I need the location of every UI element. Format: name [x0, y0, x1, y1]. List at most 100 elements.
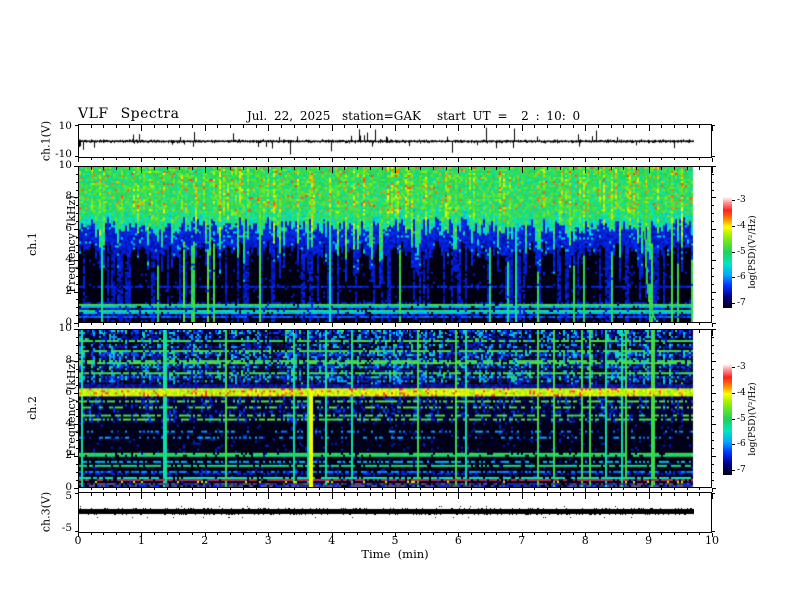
x-tick-mark — [673, 167, 675, 170]
x-tick-mark — [78, 158, 79, 162]
y-tick-mark — [712, 197, 716, 199]
x-tick-mark — [230, 488, 232, 490]
x-tick-mark — [483, 493, 485, 496]
colorbar — [723, 364, 732, 475]
x-tick-mark — [585, 493, 587, 499]
x-tick-mark — [268, 158, 270, 162]
station-label: station=GAK — [342, 109, 422, 123]
x-tick-mark — [661, 493, 663, 496]
y-tick-label: -10 — [55, 148, 72, 160]
x-tick-mark — [483, 488, 485, 490]
x-tick-mark — [242, 158, 244, 160]
x-tick-mark — [509, 330, 511, 333]
x-tick-mark — [192, 158, 194, 160]
colorbar — [723, 197, 732, 308]
colorbar-tick-label: -4 — [737, 387, 746, 398]
y-tick-mark — [76, 400, 78, 402]
y-tick-mark — [76, 173, 78, 175]
y-tick-mark — [712, 220, 714, 222]
ch2-freq-axis-label: ch.2 Frequency (kHz) — [0, 359, 104, 456]
x-tick-mark — [572, 158, 574, 160]
x-tick-mark — [648, 330, 650, 336]
x-tick-mark — [420, 323, 422, 325]
x-tick-mark — [597, 158, 599, 160]
x-tick-mark — [154, 493, 156, 496]
y-tick-mark — [712, 173, 714, 175]
y-tick-label: 6 — [65, 385, 72, 398]
y-tick-mark — [712, 360, 716, 362]
y-tick-mark — [74, 392, 78, 394]
x-tick-mark — [128, 323, 130, 325]
x-tick-mark — [559, 488, 561, 490]
x-tick-mark — [344, 488, 346, 490]
y-tick-mark — [76, 268, 78, 270]
x-tick-mark — [116, 330, 118, 333]
x-tick-mark — [141, 323, 143, 327]
x-tick-mark — [648, 167, 650, 173]
ch1-spec-sublabel: ch.1 — [26, 232, 39, 256]
x-tick-mark — [128, 488, 130, 490]
x-tick-mark — [217, 488, 219, 490]
x-tick-mark — [407, 493, 409, 496]
x-tick-mark — [407, 158, 409, 160]
x-tick-mark — [192, 488, 194, 490]
ch2-spectrogram-canvas — [79, 330, 694, 487]
x-tick-mark — [572, 330, 574, 333]
y-tick-label: 10 — [58, 120, 72, 132]
x-tick-mark — [331, 158, 333, 162]
x-tick-mark — [623, 323, 625, 325]
x-tick-mark — [166, 493, 168, 496]
x-tick-mark — [128, 125, 130, 128]
x-tick-mark — [534, 493, 536, 496]
x-tick-mark — [407, 125, 409, 128]
x-tick-mark — [217, 330, 219, 333]
x-tick-mark — [547, 323, 549, 325]
y-tick-label: 2 — [65, 449, 72, 462]
x-tick-mark — [623, 158, 625, 160]
x-tick-mark — [509, 488, 511, 490]
x-tick-mark — [635, 167, 637, 170]
x-tick-mark — [268, 488, 270, 492]
x-tick-mark — [356, 158, 358, 160]
x-tick-mark — [521, 167, 523, 173]
x-tick-mark — [407, 330, 409, 333]
colorbar-tick-label: -7 — [737, 298, 746, 308]
x-tick-mark — [509, 167, 511, 170]
x-tick-mark — [521, 323, 523, 327]
x-tick-mark — [483, 158, 485, 160]
y-tick-mark — [74, 424, 78, 426]
x-tick-mark — [673, 323, 675, 325]
x-tick-mark — [686, 330, 688, 333]
colorbar-tick-mark — [732, 367, 735, 368]
x-tick-mark — [623, 533, 625, 535]
y-tick-mark — [76, 368, 78, 370]
x-tick-mark — [559, 323, 561, 325]
x-tick-mark — [534, 125, 536, 128]
y-tick-mark — [76, 220, 78, 222]
x-tick-mark — [686, 323, 688, 325]
x-tick-mark — [458, 158, 460, 162]
x-tick-mark — [559, 533, 561, 535]
x-tick-mark — [78, 125, 79, 131]
x-tick-mark — [635, 488, 637, 490]
x-tick-label: 3 — [264, 534, 272, 547]
y-tick-mark — [712, 424, 716, 426]
x-tick-mark — [293, 167, 295, 170]
x-tick-label: 9 — [645, 534, 653, 547]
x-tick-mark — [623, 167, 625, 170]
y-tick-mark — [74, 166, 78, 167]
x-tick-mark — [382, 330, 384, 333]
x-tick-mark — [509, 158, 511, 160]
x-tick-mark — [445, 488, 447, 490]
x-tick-mark — [534, 158, 536, 160]
x-tick-mark — [534, 167, 536, 170]
y-tick-mark — [76, 307, 78, 309]
x-tick-mark — [547, 167, 549, 170]
x-tick-mark — [255, 323, 257, 325]
x-tick-mark — [116, 125, 118, 128]
x-tick-mark — [141, 488, 143, 492]
x-tick-label: 6 — [454, 534, 462, 547]
y-tick-label: 10 — [58, 159, 72, 171]
x-tick-mark — [280, 488, 282, 490]
x-tick-mark — [293, 323, 295, 325]
